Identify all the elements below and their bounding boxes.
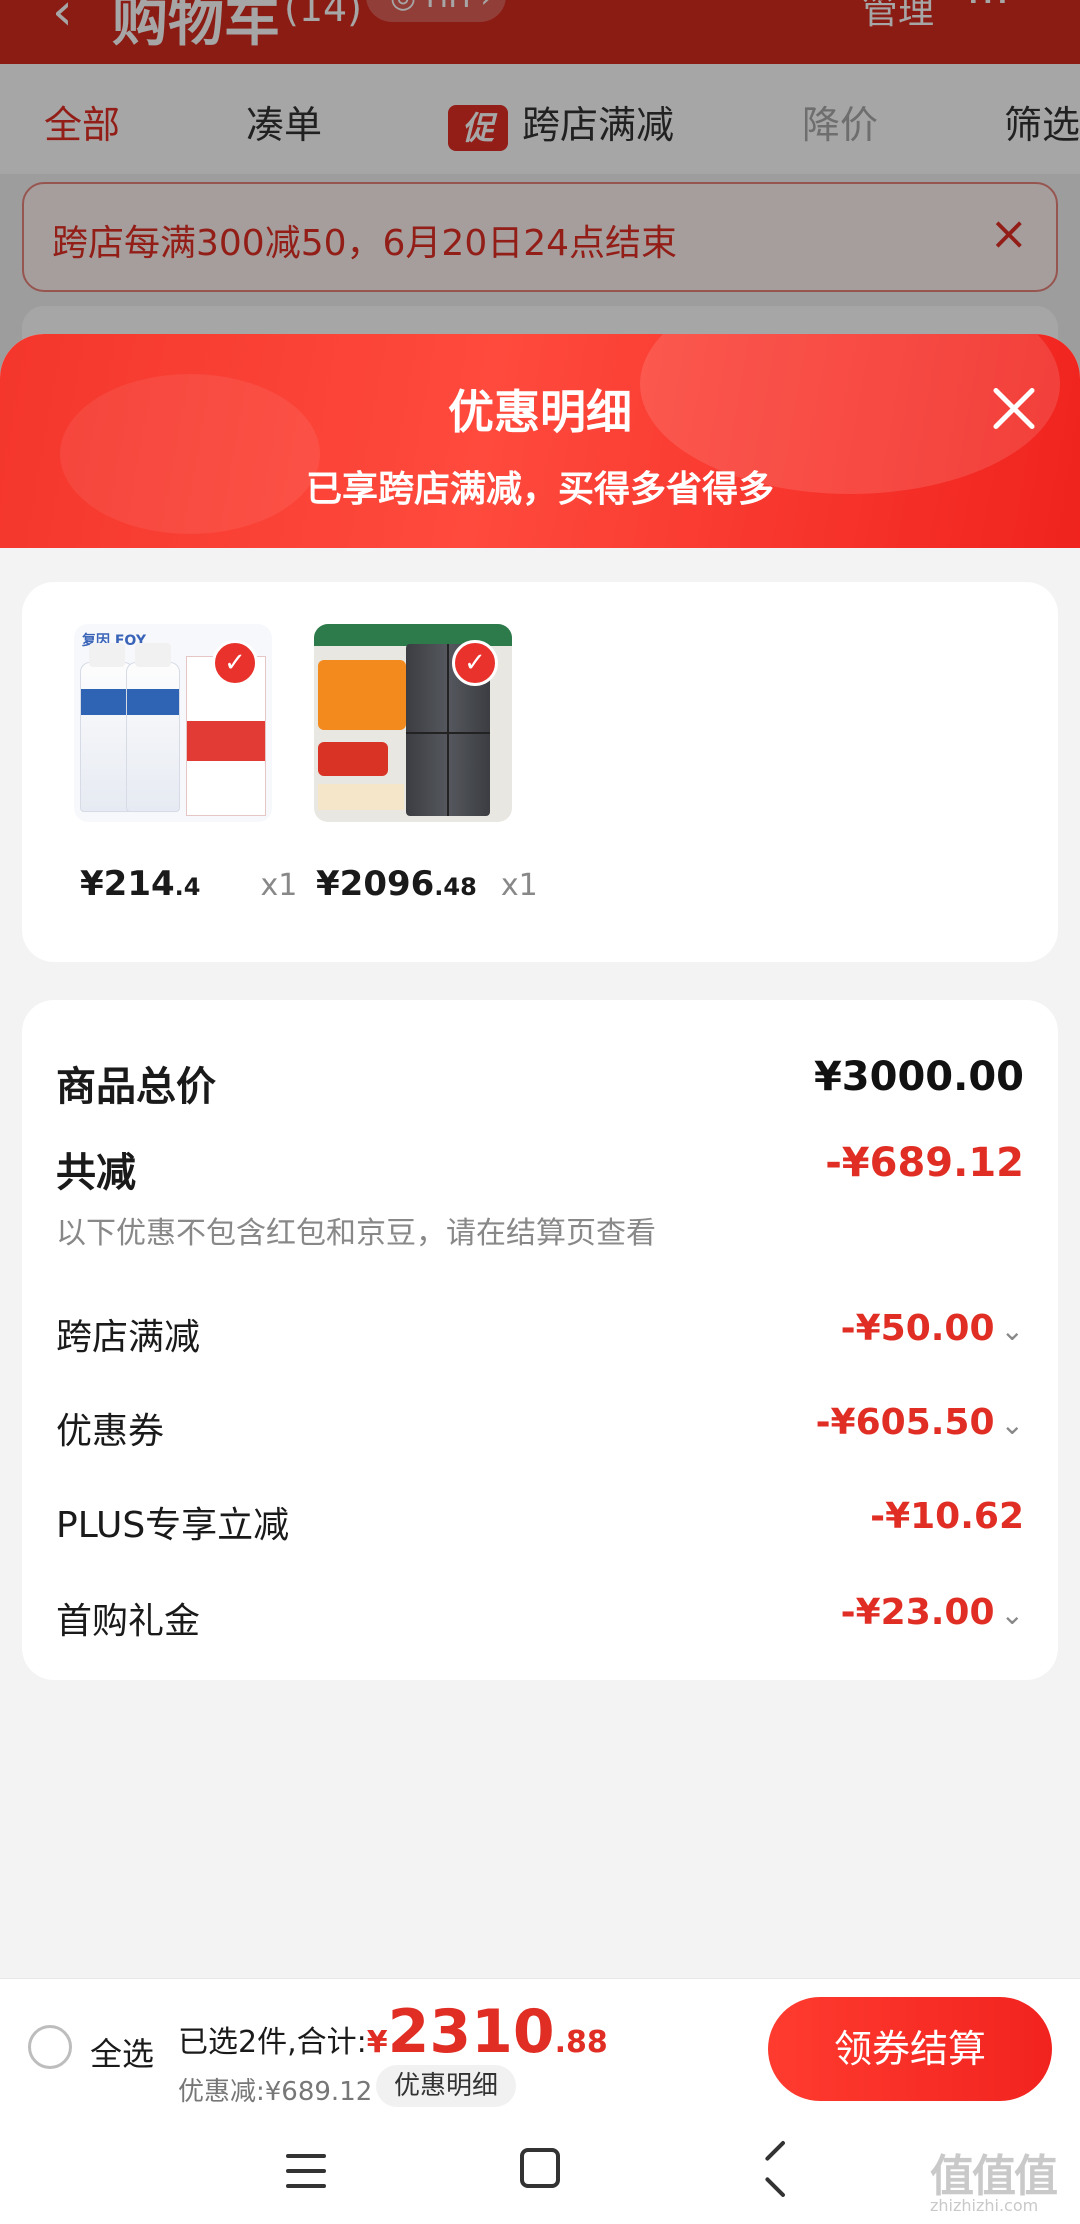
total-price-label: 商品总价 [56, 1064, 216, 1110]
product-price: ¥2096.48 x1 [316, 864, 538, 904]
chevron-down-icon: ⌄ [1000, 1598, 1024, 1631]
system-nav-bar [0, 2116, 1080, 2224]
total-reduction-label: 共减 [56, 1150, 136, 1196]
product-item[interactable]: 复因 FOY ✓ [74, 624, 274, 822]
chevron-down-icon: ⌄ [1000, 1408, 1024, 1441]
watermark-logo: 值值值 [930, 2151, 1058, 2202]
discount-label: 优惠券 [56, 1411, 165, 1452]
ad-sticker [318, 784, 404, 810]
discount-value: -¥10.62 [870, 1496, 1024, 1537]
product-item[interactable]: ✓ [314, 624, 514, 822]
discount-detail-button[interactable]: 优惠明细 [376, 2065, 517, 2107]
checkout-bar: 全选 已选2件,合计:¥2310.88 优惠减:¥689.12 优惠明细 领券结… [0, 1978, 1080, 2116]
product-thumbnail: 复因 FOY ✓ [74, 624, 272, 822]
close-icon[interactable] [984, 378, 1044, 438]
ad-sticker [318, 742, 388, 776]
discount-value: -¥605.50 ⌄ [815, 1402, 1024, 1443]
discount-label: PLUS专享立减 [56, 1505, 290, 1546]
checkout-button[interactable]: 领券结算 [768, 1997, 1052, 2101]
product-thumbnail: ✓ [314, 624, 512, 822]
watermark-url: zhizhizhi.com [930, 2196, 1039, 2215]
ad-sticker [318, 660, 406, 730]
product-qty: x1 [260, 868, 298, 903]
discount-breakdown: 商品总价 ¥3000.00 共减 -¥689.12 以下优惠不包含红包和京豆，请… [22, 1000, 1058, 1680]
sheet-header: 优惠明细 已享跨店满减，买得多省得多 [0, 334, 1080, 548]
select-all-radio[interactable] [28, 2025, 72, 2069]
back-icon[interactable] [760, 2146, 790, 2192]
select-all-label[interactable]: 全选 [90, 2029, 154, 2075]
saved-amount: 优惠减:¥689.12 [178, 2077, 373, 2107]
total-price-value: ¥3000.00 [813, 1054, 1024, 1100]
discount-label: 跨店满减 [56, 1317, 201, 1358]
discount-label: 首购礼金 [56, 1601, 201, 1642]
sheet-subtitle: 已享跨店满减，买得多省得多 [305, 469, 774, 510]
products-card: 复因 FOY ✓ ✓ ¥214.4 x1 ¥2096.48 x1 [22, 582, 1058, 962]
discount-detail-sheet: 优惠明细 已享跨店满减，买得多省得多 复因 FOY ✓ ✓ ¥214.4 x1 … [0, 334, 1080, 1978]
check-icon: ✓ [452, 640, 498, 686]
sheet-title: 优惠明细 [448, 385, 632, 439]
chevron-down-icon: ⌄ [1000, 1314, 1024, 1347]
product-price: ¥214.4 x1 [80, 864, 298, 904]
home-icon[interactable] [520, 2148, 560, 2188]
product-tube [126, 643, 180, 812]
discount-note: 以下优惠不包含红包和京豆，请在结算页查看 [56, 1216, 656, 1251]
discount-value: -¥50.00 ⌄ [840, 1308, 1024, 1349]
product-qty: x1 [500, 868, 538, 903]
check-icon: ✓ [212, 640, 258, 686]
total-reduction-value: -¥689.12 [825, 1140, 1024, 1186]
checkout-total: 已选2件,合计:¥2310.88 [178, 1997, 608, 2067]
discount-value: -¥23.00 ⌄ [840, 1592, 1024, 1633]
menu-icon[interactable] [286, 2154, 326, 2188]
